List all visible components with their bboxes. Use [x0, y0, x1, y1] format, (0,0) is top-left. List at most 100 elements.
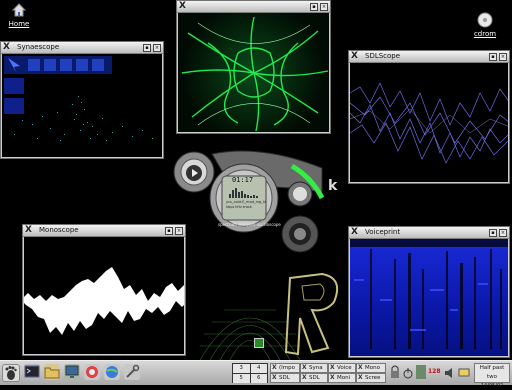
synaescope-display — [2, 54, 162, 157]
voiceprint-window[interactable]: X Voiceprint ▪ × — [348, 226, 510, 358]
maximize-button[interactable]: ▪ — [489, 229, 497, 237]
track-time: 01:17 — [232, 176, 254, 184]
sdlscope-window[interactable]: X SDLScope ▪ × — [348, 50, 510, 184]
window-title: Monoscope — [39, 226, 79, 234]
lifebuoy-icon — [86, 366, 98, 378]
voiceprint-display — [350, 239, 508, 356]
task-button[interactable]: Syna — [300, 363, 328, 373]
visualizer-display — [178, 13, 329, 132]
desktop-icon-cdrom[interactable]: cdrom — [472, 12, 498, 38]
folder-icon — [44, 367, 60, 379]
launcher-terminal[interactable] — [24, 364, 40, 380]
volume-level[interactable]: 128 — [428, 368, 441, 375]
title-bar[interactable]: X ▪ × — [177, 1, 330, 13]
desktop-icon-home[interactable]: Home — [6, 2, 32, 28]
desktop-logo-art — [284, 272, 338, 356]
volume-knob[interactable] — [286, 184, 312, 206]
close-button[interactable]: × — [320, 3, 328, 11]
play-button[interactable] — [185, 164, 203, 182]
tray-speaker-icon[interactable] — [444, 365, 456, 379]
launcher-browser[interactable] — [104, 364, 120, 380]
sdlscope-trace — [350, 82, 508, 164]
track-title: ycs_cold-E_mod_mg_kt... — [226, 200, 266, 204]
synaescope-window[interactable]: X Synaescope ▪ × — [0, 41, 164, 159]
player-spectrum-analyzer — [229, 188, 258, 198]
window-title: SDLScope — [365, 52, 401, 60]
sdlscope-display — [350, 63, 508, 182]
player-footer-label: spectrum analyzer oscilloscope — [218, 222, 281, 227]
clock-text: Half past two — [479, 365, 505, 380]
launcher-help[interactable] — [84, 364, 100, 380]
foot-icon — [5, 366, 17, 380]
close-button[interactable]: × — [153, 44, 161, 52]
launcher-settings[interactable] — [124, 364, 140, 380]
x-app-icon: X — [351, 51, 358, 61]
desktop-icon-label: Home — [8, 20, 30, 28]
tray-power-icon[interactable] — [402, 364, 414, 382]
workspace-pager[interactable]: 3 4 5 6 — [232, 363, 268, 383]
close-button[interactable]: × — [175, 227, 183, 235]
launcher-files[interactable] — [44, 364, 60, 380]
maximize-button[interactable]: ▪ — [310, 3, 318, 11]
power-icon — [403, 368, 413, 379]
track-info: kbps kHz track — [226, 205, 252, 209]
workspace-3[interactable]: 3 — [233, 364, 250, 373]
lock-icon — [391, 365, 399, 378]
play-icon — [186, 165, 202, 181]
terminal-icon — [24, 365, 40, 378]
taskbar: 3 4 5 6 (Impo Syna Voice Mono SDL SDL Mo… — [0, 360, 512, 389]
skin-logo: k — [328, 178, 338, 194]
workspace-5[interactable]: 5 — [233, 374, 250, 383]
maximize-button[interactable]: ▪ — [489, 53, 497, 61]
balance-knob[interactable] — [282, 216, 318, 252]
speaker-icon — [445, 368, 452, 378]
media-player[interactable]: 01:17 ycs_cold-E_mod_mg_kt... kbps kHz t… — [172, 148, 337, 258]
launcher-monitor[interactable] — [64, 364, 80, 380]
task-button[interactable]: Voice — [328, 363, 356, 373]
tray-app-icon[interactable] — [416, 365, 426, 379]
task-button[interactable]: (Impo — [270, 363, 300, 373]
window-title: Voiceprint — [365, 228, 401, 236]
tray-network-icon[interactable] — [458, 365, 470, 379]
tools-icon — [126, 364, 140, 378]
network-icon — [458, 368, 470, 377]
clock[interactable]: Half past two 14/05/02 — [474, 363, 510, 389]
close-button[interactable]: × — [499, 229, 507, 237]
visualizer-window[interactable]: X ▪ × — [176, 0, 331, 134]
cdrom-icon — [477, 12, 493, 28]
task-button[interactable]: Moni — [328, 373, 356, 383]
main-menu-button[interactable] — [2, 364, 20, 382]
monitor-icon — [65, 365, 79, 378]
title-bar[interactable]: X Voiceprint ▪ × — [349, 227, 509, 239]
x-app-icon: X — [3, 42, 10, 52]
x-app-icon: X — [25, 225, 32, 235]
voiceprint-spectrogram — [350, 239, 508, 349]
title-bar[interactable]: X Synaescope ▪ × — [1, 42, 163, 54]
task-button[interactable]: SDL — [270, 373, 300, 383]
close-button[interactable]: × — [499, 53, 507, 61]
house-icon — [11, 3, 27, 17]
title-bar[interactable]: X Monoscope ▪ × — [23, 225, 185, 237]
desktop-small-icon[interactable] — [254, 338, 264, 348]
title-bar[interactable]: X SDLScope ▪ × — [349, 51, 509, 63]
x-app-icon: X — [179, 1, 186, 11]
tray-lock-icon[interactable] — [390, 364, 400, 382]
workspace-6[interactable]: 6 — [250, 374, 267, 383]
window-title: Synaescope — [17, 43, 60, 51]
task-button[interactable]: Mono — [356, 363, 386, 373]
synaescope-particles — [14, 96, 153, 141]
task-button[interactable]: SDL — [300, 373, 328, 383]
x-app-icon: X — [351, 227, 358, 237]
monoscope-waveform — [24, 267, 184, 335]
synaescope-controls-panel — [4, 56, 153, 141]
clock-date: 14/05/02 — [480, 383, 504, 389]
task-button[interactable]: Scree — [356, 373, 386, 383]
maximize-button[interactable]: ▪ — [143, 44, 151, 52]
globe-icon — [106, 366, 118, 378]
monoscope-display — [24, 237, 184, 354]
workspace-4[interactable]: 4 — [250, 364, 267, 373]
desktop-icon-label: cdrom — [473, 30, 497, 38]
maximize-button[interactable]: ▪ — [165, 227, 173, 235]
monoscope-window[interactable]: X Monoscope ▪ × — [22, 224, 186, 356]
visualizer-glow-pattern — [181, 16, 329, 132]
